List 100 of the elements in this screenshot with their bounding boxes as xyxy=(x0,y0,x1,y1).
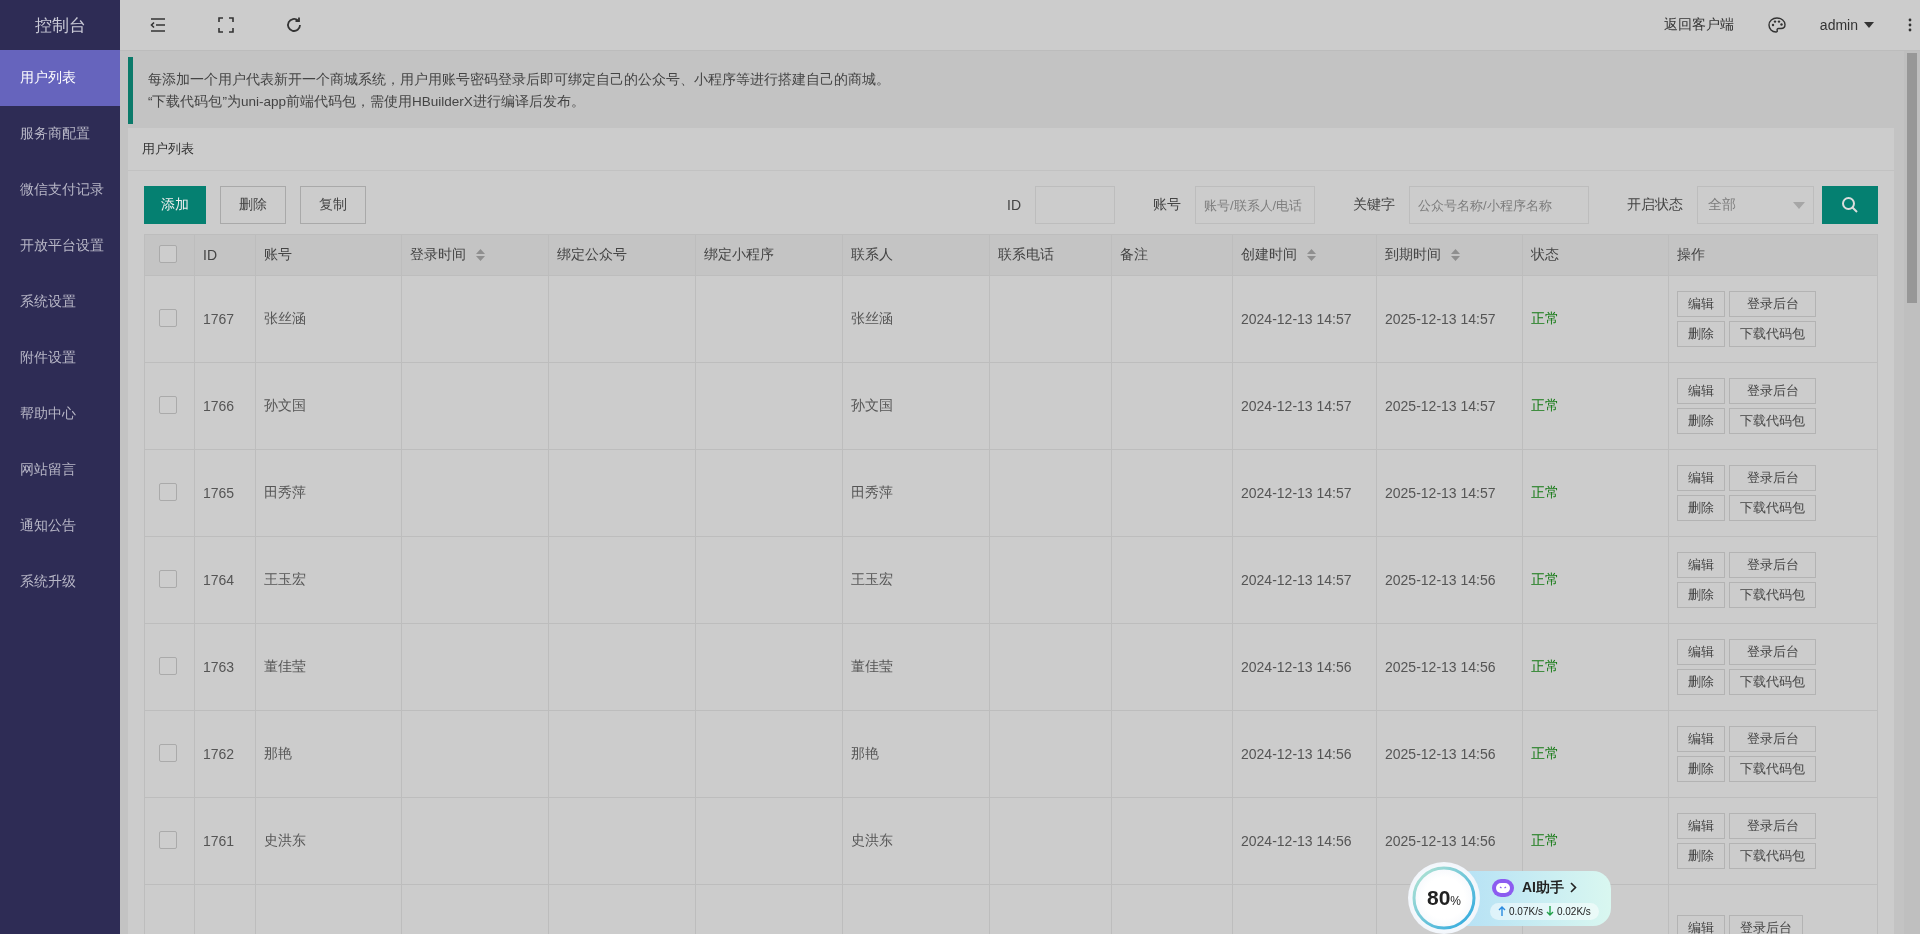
sidebar-item[interactable]: 系统设置 xyxy=(0,274,120,330)
upload-speed: 0.07K/s xyxy=(1509,905,1543,917)
sidebar-item[interactable]: 通知公告 xyxy=(0,498,120,554)
status-text: 正常 xyxy=(1531,658,1559,674)
row-action-button[interactable]: 删除 xyxy=(1677,408,1725,434)
console-title: 控制台 xyxy=(33,14,87,37)
filter-label: 关键字 xyxy=(1353,196,1395,214)
table-cell: 史洪东 xyxy=(264,832,306,848)
sort-icon[interactable] xyxy=(476,249,485,261)
sidebar-item[interactable]: 系统升级 xyxy=(0,554,120,610)
sidebar-item[interactable]: 网站留言 xyxy=(0,442,120,498)
column-header: 到期时间 xyxy=(1385,246,1441,264)
row-action-button[interactable]: 下载代码包 xyxy=(1729,843,1816,869)
caret-icon xyxy=(1864,22,1874,28)
palette-icon[interactable] xyxy=(1767,17,1786,33)
table-cell: 2025-12-13 14:56 xyxy=(1385,746,1496,762)
row-action-button[interactable]: 下载代码包 xyxy=(1729,495,1816,521)
sidebar-item[interactable]: 服务商配置 xyxy=(0,106,120,162)
scrollbar[interactable] xyxy=(1904,51,1920,934)
row-checkbox[interactable] xyxy=(159,308,177,327)
search-icon xyxy=(1841,196,1859,214)
row-action-button[interactable]: 删除 xyxy=(1677,582,1725,608)
chevron-icon xyxy=(1570,882,1577,893)
sidebar-item[interactable]: 帮助中心 xyxy=(0,386,120,442)
row-action-button[interactable]: 编辑 xyxy=(1677,291,1725,317)
table-cell: 2024-12-13 14:57 xyxy=(1241,572,1352,588)
sort-icon[interactable] xyxy=(1451,249,1460,261)
status-text: 正常 xyxy=(1531,484,1559,500)
row-action-button[interactable]: 编辑 xyxy=(1677,915,1725,934)
add-button[interactable]: 添加 xyxy=(144,186,206,224)
table-cell: 2024-12-13 14:56 xyxy=(1241,659,1352,675)
refresh-icon[interactable] xyxy=(284,15,304,35)
more-icon[interactable] xyxy=(1908,18,1912,32)
row-action-button[interactable]: 编辑 xyxy=(1677,378,1725,404)
row-action-button[interactable]: 编辑 xyxy=(1677,465,1725,491)
row-action-button[interactable]: 登录后台 xyxy=(1729,726,1816,752)
row-action-button[interactable]: 删除 xyxy=(1677,495,1725,521)
row-action-button[interactable]: 编辑 xyxy=(1677,726,1725,752)
table-cell: 1767 xyxy=(203,311,235,327)
table-cell: 孙文国 xyxy=(264,397,306,413)
sidebar-item[interactable]: 开放平台设置 xyxy=(0,218,120,274)
column-header: 绑定小程序 xyxy=(704,246,774,264)
row-checkbox[interactable] xyxy=(159,743,177,762)
column-header: 绑定公众号 xyxy=(557,246,627,264)
row-checkbox[interactable] xyxy=(159,656,177,675)
row-action-button[interactable]: 删除 xyxy=(1677,321,1725,347)
user-menu[interactable]: admin xyxy=(1819,17,1874,33)
search-button[interactable] xyxy=(1822,186,1878,224)
row-action-button[interactable]: 编辑 xyxy=(1677,639,1725,665)
row-action-button[interactable]: 登录后台 xyxy=(1729,915,1803,934)
row-action-button[interactable]: 编辑 xyxy=(1677,552,1725,578)
fullscreen-icon[interactable] xyxy=(216,15,236,35)
row-action-button[interactable]: 下载代码包 xyxy=(1729,321,1816,347)
table-cell: 1765 xyxy=(203,485,235,501)
row-action-button[interactable]: 登录后台 xyxy=(1729,291,1816,317)
table-cell: 2025-12-13 14:56 xyxy=(1385,659,1496,675)
row-action-button[interactable]: 登录后台 xyxy=(1729,813,1816,839)
row-action-button[interactable]: 下载代码包 xyxy=(1729,669,1816,695)
row-action-button[interactable]: 登录后台 xyxy=(1729,378,1816,404)
table-cell: 张丝涵 xyxy=(851,310,893,326)
sidebar-item[interactable]: 用户列表 xyxy=(0,50,120,106)
table-cell: 2024-12-13 14:57 xyxy=(1241,485,1352,501)
menu-collapse-icon[interactable] xyxy=(148,15,168,35)
filter-input[interactable]: 账号/联系人/电话 xyxy=(1195,186,1315,224)
select-all-checkbox[interactable] xyxy=(159,244,177,263)
row-checkbox[interactable] xyxy=(159,569,177,588)
table-cell: 孙文国 xyxy=(851,397,893,413)
table-cell: 2025-12-13 14:57 xyxy=(1385,485,1496,501)
filter-label: ID xyxy=(1007,197,1021,213)
action-button[interactable]: 复制 xyxy=(300,186,366,224)
column-header: ID xyxy=(203,247,217,263)
row-action-button[interactable]: 下载代码包 xyxy=(1729,408,1816,434)
row-action-button[interactable]: 登录后台 xyxy=(1729,552,1816,578)
table-cell: 王玉宏 xyxy=(851,571,893,587)
table-cell: 那艳 xyxy=(264,745,292,761)
row-action-button[interactable]: 编辑 xyxy=(1677,813,1725,839)
table-cell: 2024-12-13 14:56 xyxy=(1241,833,1352,849)
row-action-button[interactable]: 删除 xyxy=(1677,843,1725,869)
filter-input[interactable]: 公众号名称/小程序名称 xyxy=(1409,186,1589,224)
notice-text: 每添加一个用户代表新开一个商城系统，用户用账号密码登录后即可绑定自己的公众号、小程序等进行搭建自己的商城。 xyxy=(148,72,891,88)
row-action-button[interactable]: 删除 xyxy=(1677,756,1725,782)
row-action-button[interactable]: 删除 xyxy=(1677,669,1725,695)
table-cell: 2025-12-13 14:57 xyxy=(1385,311,1496,327)
column-header: 操作 xyxy=(1677,246,1705,264)
table-cell: 田秀萍 xyxy=(851,484,893,500)
row-checkbox[interactable] xyxy=(159,830,177,849)
row-action-button[interactable]: 登录后台 xyxy=(1729,639,1816,665)
table-cell: 2025-12-13 14:57 xyxy=(1385,398,1496,414)
sort-icon[interactable] xyxy=(1307,249,1316,261)
back-to-client-link[interactable]: 返回客户端 xyxy=(1663,16,1734,34)
row-action-button[interactable]: 登录后台 xyxy=(1729,465,1816,491)
row-action-button[interactable]: 下载代码包 xyxy=(1729,582,1816,608)
sidebar-item[interactable]: 附件设置 xyxy=(0,330,120,386)
action-button[interactable]: 删除 xyxy=(220,186,286,224)
column-header: 备注 xyxy=(1120,246,1148,264)
table-cell: 张丝涵 xyxy=(264,310,306,326)
row-action-button[interactable]: 下载代码包 xyxy=(1729,756,1816,782)
sidebar-item[interactable]: 微信支付记录 xyxy=(0,162,120,218)
row-checkbox[interactable] xyxy=(159,395,177,414)
row-checkbox[interactable] xyxy=(159,482,177,501)
